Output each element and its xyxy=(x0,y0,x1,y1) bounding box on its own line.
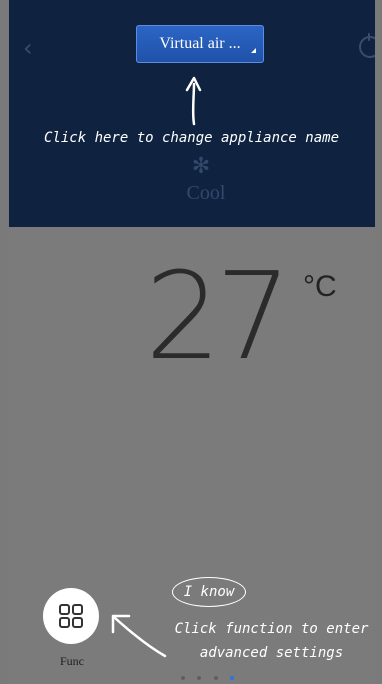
page-indicator xyxy=(181,667,242,680)
mode-label: Cool xyxy=(186,182,226,204)
dropdown-corner-icon xyxy=(251,48,256,53)
back-icon[interactable]: ‹ xyxy=(23,36,41,60)
func-label: Func xyxy=(60,654,84,668)
temperature-value: 27 xyxy=(145,248,292,387)
i-know-label: I know xyxy=(183,584,235,600)
page-dot xyxy=(181,676,185,680)
func-button[interactable] xyxy=(43,588,99,644)
appliance-name-label: Virtual air ... xyxy=(159,35,241,52)
i-know-button[interactable]: I know xyxy=(172,577,246,607)
grid-icon xyxy=(59,604,83,628)
page-dot xyxy=(213,676,218,680)
func-guide-line-1: Click function to enter xyxy=(174,621,369,637)
func-guide-line-2: advanced settings xyxy=(199,645,344,661)
name-guide-text: Click here to change appliance name xyxy=(44,130,340,146)
appliance-name-button[interactable]: Virtual air ... xyxy=(136,25,264,63)
guide-arrow-up xyxy=(185,76,202,126)
power-icon[interactable] xyxy=(359,33,375,58)
guide-arrow-func xyxy=(111,614,167,658)
func-guide-text: Click function to enter advanced setting… xyxy=(169,617,374,665)
app-screen: ‹ Virtual air ... Click here to change a… xyxy=(9,0,375,684)
temperature-unit: °C xyxy=(303,270,337,303)
snowflake-icon: ✻ xyxy=(191,154,211,179)
